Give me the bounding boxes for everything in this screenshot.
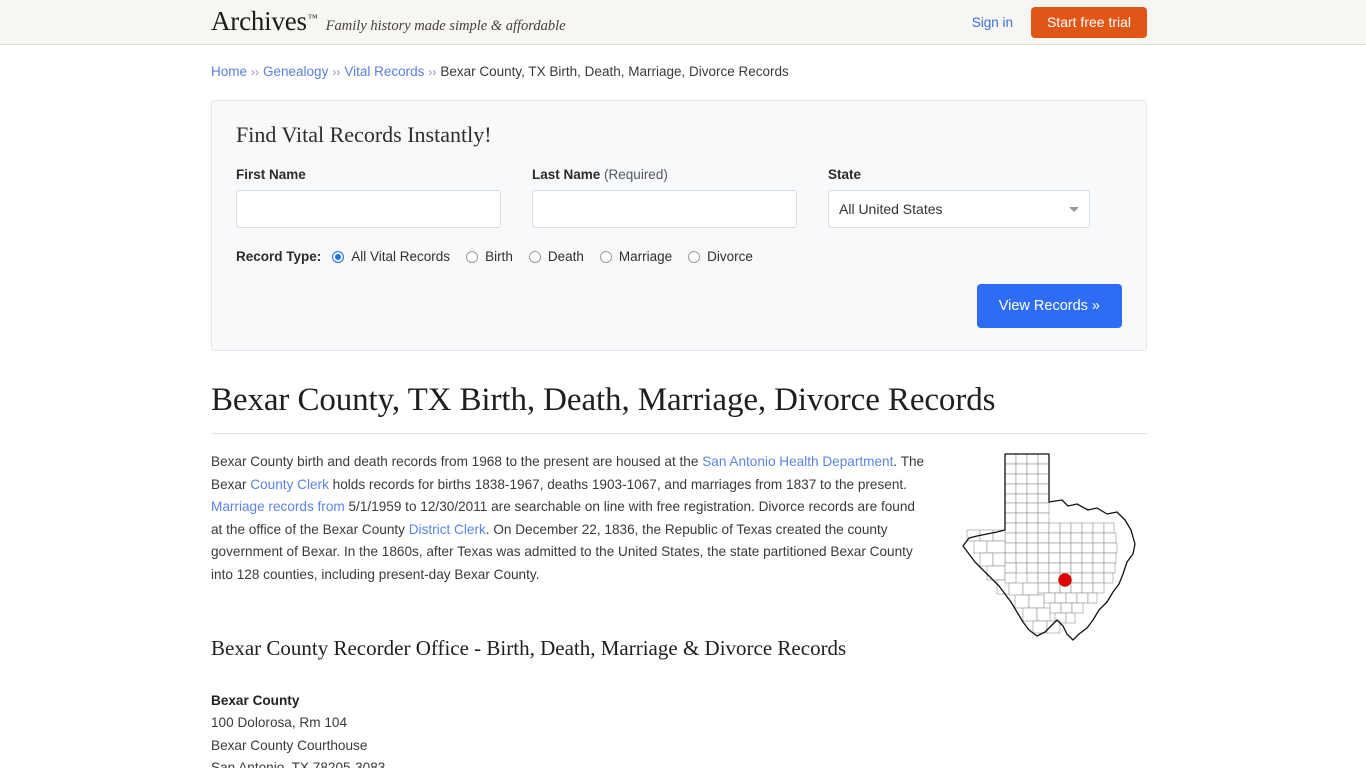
breadcrumb-item-vital-records[interactable]: Vital Records [344, 64, 424, 79]
last-name-label: Last Name (Required) [532, 166, 797, 183]
recorder-office-address: Bexar County 100 Dolorosa, Rm 104 Bexar … [211, 690, 1147, 768]
first-name-input[interactable] [236, 190, 501, 228]
last-name-input[interactable] [532, 190, 797, 228]
radio-indicator-marriage[interactable] [599, 250, 612, 263]
breadcrumb-separator: ›› [332, 65, 341, 79]
radio-death[interactable]: Death [528, 249, 584, 264]
breadcrumb-item-current: Bexar County, TX Birth, Death, Marriage,… [440, 64, 789, 79]
page-title: Bexar County, TX Birth, Death, Marriage,… [211, 382, 996, 418]
radio-indicator-birth[interactable] [466, 250, 479, 263]
link-district-clerk[interactable]: District Clerk [409, 522, 486, 537]
radio-label-marriage: Marriage [618, 249, 673, 264]
header-actions: Sign in Start free trial [972, 0, 1147, 44]
state-field-group: State All United States [828, 166, 1090, 228]
breadcrumb-separator: ›› [428, 65, 437, 79]
last-name-required-note: (Required) [604, 167, 668, 182]
brand-logo-group[interactable]: Archives ™ Family history made simple & a… [211, 6, 566, 37]
radio-indicator-death[interactable] [528, 250, 541, 263]
radio-label-death: Death [547, 249, 584, 264]
sign-in-link[interactable]: Sign in [972, 15, 1013, 30]
address-line-3: San Antonio, TX 78205-3083 [211, 760, 386, 768]
breadcrumb-separator: ›› [251, 65, 260, 79]
title-divider [211, 433, 1147, 434]
address-line-1: 100 Dolorosa, Rm 104 [211, 715, 348, 731]
page-body: Home ›› Genealogy ›› Vital Records ›› Bexar Co… [0, 45, 1366, 768]
state-label: State [828, 167, 862, 182]
search-panel-title: Find Vital Records Instantly! [236, 122, 492, 147]
submit-row: View Records » [236, 284, 1122, 328]
link-san-antonio-health-department[interactable]: San Antonio Health Department [702, 454, 893, 469]
breadcrumb-item-genealogy[interactable]: Genealogy [263, 64, 328, 79]
brand-tagline: Family history made simple & affordable [325, 18, 566, 34]
radio-label-divorce: Divorce [707, 249, 753, 264]
link-marriage-records[interactable]: Marriage records from [211, 499, 345, 514]
first-name-field-group: First Name [236, 166, 501, 228]
article-body: Bexar County birth and death records fro… [211, 451, 1147, 768]
last-name-label-text: Last Name [532, 167, 601, 182]
radio-divorce[interactable]: Divorce [688, 249, 753, 264]
radio-label-birth: Birth [485, 249, 513, 264]
record-type-label: Record Type: [236, 249, 322, 264]
state-select[interactable]: All United States [828, 190, 1090, 228]
breadcrumb: Home ›› Genealogy ›› Vital Records ›› Bexar Co… [211, 45, 1147, 81]
address-line-2: Bexar County Courthouse [211, 737, 368, 753]
state-select-wrapper: All United States [828, 190, 1090, 228]
view-records-button[interactable]: View Records » [976, 284, 1122, 328]
link-county-clerk[interactable]: County Clerk [250, 477, 329, 492]
article-paragraph: Bexar County birth and death records fro… [211, 451, 947, 587]
texas-map-svg [962, 453, 1136, 641]
radio-birth[interactable]: Birth [466, 249, 513, 264]
search-fields-row: First Name Last Name (Required) State Al… [236, 166, 1122, 228]
record-type-row: Record Type: All Vital Records Birth Dea… [236, 249, 1122, 264]
radio-indicator-all[interactable] [332, 250, 345, 263]
first-name-label: First Name [236, 167, 306, 182]
content-column: Home ›› Genealogy ›› Vital Records ›› Bexar Co… [211, 45, 1147, 768]
start-free-trial-button[interactable]: Start free trial [1030, 6, 1147, 38]
radio-label-all: All Vital Records [351, 249, 451, 264]
paragraph-text-1: Bexar County birth and death records fro… [211, 454, 703, 469]
brand-logo-text: Archives [211, 6, 307, 36]
texas-county-map-image [947, 450, 1147, 650]
site-header: Archives ™ Family history made simple & a… [0, 0, 1366, 45]
radio-indicator-divorce[interactable] [688, 250, 701, 263]
county-marker-icon [1058, 573, 1072, 587]
address-county-name: Bexar County [211, 692, 300, 708]
last-name-field-group: Last Name (Required) [532, 166, 797, 228]
header-inner: Archives ™ Family history made simple & a… [0, 0, 1366, 44]
breadcrumb-item-home[interactable]: Home [211, 64, 247, 79]
paragraph-text-3: holds records for births 1838-1967, deat… [328, 476, 907, 492]
radio-all-vital-records[interactable]: All Vital Records [332, 249, 450, 264]
vital-records-search-panel: Find Vital Records Instantly! First Name… [211, 100, 1147, 351]
trademark-icon: ™ [307, 13, 318, 24]
radio-marriage[interactable]: Marriage [599, 249, 673, 264]
